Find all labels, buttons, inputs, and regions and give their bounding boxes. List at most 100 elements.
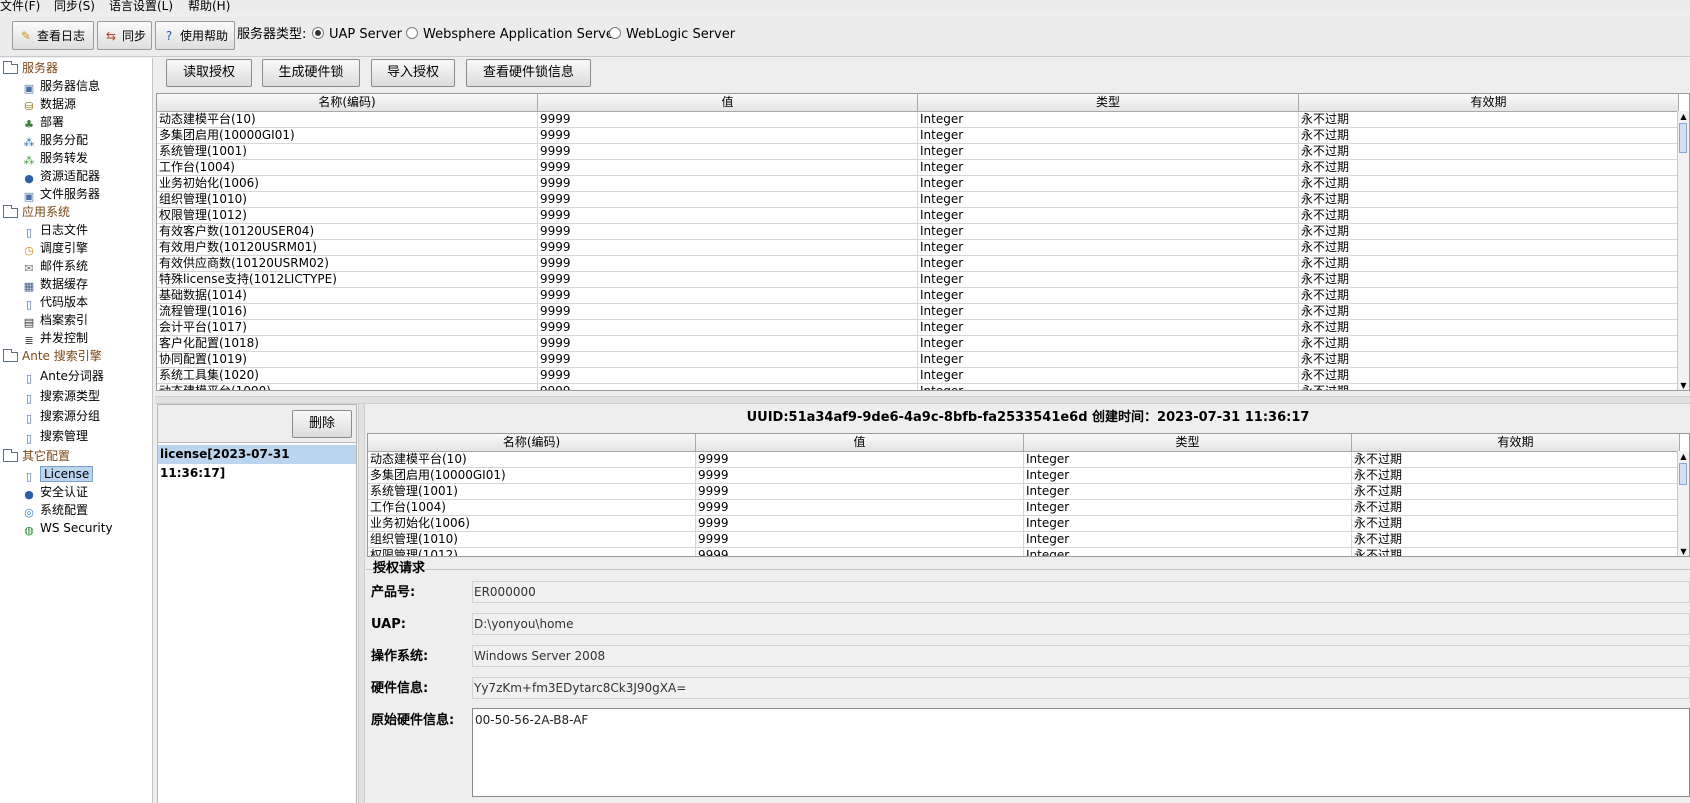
tree-group-ante[interactable]: Ante 搜索引擎 (3, 348, 102, 365)
detail-table-scrollbar[interactable]: ▲ ▼ (1677, 451, 1689, 556)
tree-item-search-source-type[interactable]: ▯ 搜索源类型 (22, 388, 100, 405)
service-assign-icon: ⁂ (23, 136, 35, 149)
table-row[interactable]: 权限管理(1012) 9999 Integer 永不过期 (368, 548, 1680, 556)
table-row[interactable]: 业务初始化(1006) 9999 Integer 永不过期 (157, 176, 1679, 192)
table-row[interactable]: 工作台(1004) 9999 Integer 永不过期 (157, 160, 1679, 176)
index-icon: ▤ (23, 316, 35, 329)
scroll-thumb[interactable] (1679, 463, 1687, 485)
tree-item-file-server[interactable]: ▣ 文件服务器 (22, 186, 100, 203)
table-row[interactable]: 系统管理(1001) 9999 Integer 永不过期 (368, 484, 1680, 500)
tree-item-label: License (40, 466, 94, 482)
tree-group-server[interactable]: 服务器 (3, 60, 58, 77)
tree-item-security-auth[interactable]: ● 安全认证 (22, 484, 88, 501)
table-row[interactable]: 动态建模平台(1090) 9999 Integer 永不过期 (157, 384, 1679, 390)
tree-item-service-forward[interactable]: ⁂ 服务转发 (22, 150, 89, 167)
delete-button[interactable]: 删除 (292, 410, 352, 438)
cell-value: 9999 (538, 192, 918, 207)
tree-item-cache[interactable]: ▦ 数据缓存 (22, 276, 88, 293)
license-uuid-info: UUID:51a34af9-9de6-4a9c-8bfb-fa2533541e6… (746, 410, 1310, 425)
table-row[interactable]: 多集团启用(10000GI01) 9999 Integer 永不过期 (368, 468, 1680, 484)
table-row[interactable]: 动态建模平台(10) 9999 Integer 永不过期 (157, 112, 1679, 128)
cell-name: 工作台(1004) (368, 500, 696, 515)
table-row[interactable]: 动态建模平台(10) 9999 Integer 永不过期 (368, 452, 1680, 468)
table-row[interactable]: 业务初始化(1006) 9999 Integer 永不过期 (368, 516, 1680, 532)
column-header-expiry[interactable]: 有效期 (1299, 94, 1679, 111)
radio-uap-server[interactable]: UAP Server (312, 27, 402, 43)
column-header-name[interactable]: 名称(编码) (368, 434, 696, 451)
table-row[interactable]: 有效客户数(10120USER04) 9999 Integer 永不过期 (157, 224, 1679, 240)
scroll-thumb[interactable] (1679, 123, 1687, 153)
column-header-type[interactable]: 类型 (1024, 434, 1352, 451)
cell-value: 9999 (696, 516, 1024, 531)
scroll-up-icon[interactable]: ▲ (1678, 111, 1689, 122)
menu-help[interactable]: 帮助(H) (188, 0, 230, 13)
generate-hardware-lock-button[interactable]: 生成硬件锁 (262, 59, 360, 87)
tree-item-label: 搜索源类型 (40, 389, 101, 403)
import-license-button[interactable]: 导入授权 (371, 59, 455, 87)
table-row[interactable]: 系统管理(1001) 9999 Integer 永不过期 (157, 144, 1679, 160)
menu-language[interactable]: 语言设置(L) (109, 0, 173, 13)
tree-item-datasource[interactable]: ⛁ 数据源 (22, 96, 76, 113)
vertical-splitter[interactable] (358, 404, 365, 803)
license-table-scrollbar[interactable]: ▲ ▼ (1677, 111, 1689, 390)
tree-item-ws-security[interactable]: ◍ WS Security (22, 520, 112, 537)
cell-expiry: 永不过期 (1352, 532, 1680, 547)
tree-item-log-file[interactable]: ▯ 日志文件 (22, 222, 88, 239)
scroll-down-icon[interactable]: ▼ (1678, 380, 1689, 390)
cell-value: 9999 (696, 500, 1024, 515)
tree-item-code-version[interactable]: ▯ 代码版本 (22, 294, 88, 311)
sync-button[interactable]: ⇆ 同步 (97, 21, 152, 50)
help-button[interactable]: ? 使用帮助 (155, 21, 235, 50)
menu-sync[interactable]: 同步(S) (54, 0, 95, 13)
tree-item-search-manage[interactable]: ▯ 搜索管理 (22, 428, 88, 445)
table-row[interactable]: 工作台(1004) 9999 Integer 永不过期 (368, 500, 1680, 516)
tree-group-app-system[interactable]: 应用系统 (3, 204, 70, 221)
scroll-up-icon[interactable]: ▲ (1678, 451, 1689, 462)
table-row[interactable]: 会计平台(1017) 9999 Integer 永不过期 (157, 320, 1679, 336)
table-row[interactable]: 协同配置(1019) 9999 Integer 永不过期 (157, 352, 1679, 368)
table-row[interactable]: 组织管理(1010) 9999 Integer 永不过期 (157, 192, 1679, 208)
table-row[interactable]: 组织管理(1010) 9999 Integer 永不过期 (368, 532, 1680, 548)
cell-value: 9999 (538, 112, 918, 127)
scroll-down-icon[interactable]: ▼ (1678, 546, 1689, 556)
tree-item-resource-adapter[interactable]: ● 资源适配器 (22, 168, 100, 185)
menu-file[interactable]: 文件(F) (0, 0, 40, 13)
license-list-item[interactable]: license[2023-07-31 11:36:17] (158, 445, 356, 480)
table-row[interactable]: 有效供应商数(10120USRM02) 9999 Integer 永不过期 (157, 256, 1679, 272)
column-header-value[interactable]: 值 (696, 434, 1024, 451)
tree-item-system-config[interactable]: ◎ 系统配置 (22, 502, 88, 519)
raw-hardware-info-field[interactable]: 00-50-56-2A-B8-AF (472, 708, 1690, 797)
tree-item-concurrency[interactable]: ≣ 并发控制 (22, 330, 88, 347)
table-row[interactable]: 权限管理(1012) 9999 Integer 永不过期 (157, 208, 1679, 224)
tree-item-scheduler[interactable]: ◷ 调度引擎 (22, 240, 88, 257)
tree-item-archive-index[interactable]: ▤ 档案索引 (22, 312, 88, 329)
view-log-button[interactable]: ✎ 查看日志 (12, 21, 94, 50)
tree-item-license[interactable]: ▯ License (22, 466, 94, 483)
column-header-value[interactable]: 值 (538, 94, 918, 111)
table-row[interactable]: 多集团启用(10000GI01) 9999 Integer 永不过期 (157, 128, 1679, 144)
tree-item-label: Ante分词器 (40, 369, 104, 383)
tree-item-deploy[interactable]: ♣ 部署 (22, 114, 64, 131)
tree-item-mail[interactable]: ✉ 邮件系统 (22, 258, 88, 275)
column-header-name[interactable]: 名称(编码) (157, 94, 538, 111)
read-license-button[interactable]: 读取授权 (166, 59, 252, 87)
table-row[interactable]: 有效用户数(10120USRM01) 9999 Integer 永不过期 (157, 240, 1679, 256)
document-icon: ▯ (25, 226, 33, 239)
tree-item-ante-tokenizer[interactable]: ▯ Ante分词器 (22, 368, 104, 385)
tree-group-other-config[interactable]: 其它配置 (3, 448, 70, 465)
horizontal-splitter[interactable] (155, 396, 1690, 404)
table-row[interactable]: 流程管理(1016) 9999 Integer 永不过期 (157, 304, 1679, 320)
table-row[interactable]: 特殊license支持(1012LICTYPE) 9999 Integer 永不过期 (157, 272, 1679, 288)
table-row[interactable]: 系统工具集(1020) 9999 Integer 永不过期 (157, 368, 1679, 384)
view-hardware-lock-button[interactable]: 查看硬件锁信息 (466, 59, 591, 87)
menu-bar: 文件(F) 同步(S) 语言设置(L) 帮助(H) (0, 0, 1690, 14)
table-row[interactable]: 客户化配置(1018) 9999 Integer 永不过期 (157, 336, 1679, 352)
radio-weblogic[interactable]: WebLogic Server (609, 27, 735, 43)
radio-websphere[interactable]: Websphere Application Server (406, 27, 619, 43)
column-header-type[interactable]: 类型 (918, 94, 1299, 111)
table-row[interactable]: 基础数据(1014) 9999 Integer 永不过期 (157, 288, 1679, 304)
column-header-expiry[interactable]: 有效期 (1352, 434, 1680, 451)
tree-item-server-info[interactable]: ▣ 服务器信息 (22, 78, 100, 95)
tree-item-service-assign[interactable]: ⁂ 服务分配 (22, 132, 89, 149)
tree-item-search-source-group[interactable]: ▯ 搜索源分组 (22, 408, 100, 425)
